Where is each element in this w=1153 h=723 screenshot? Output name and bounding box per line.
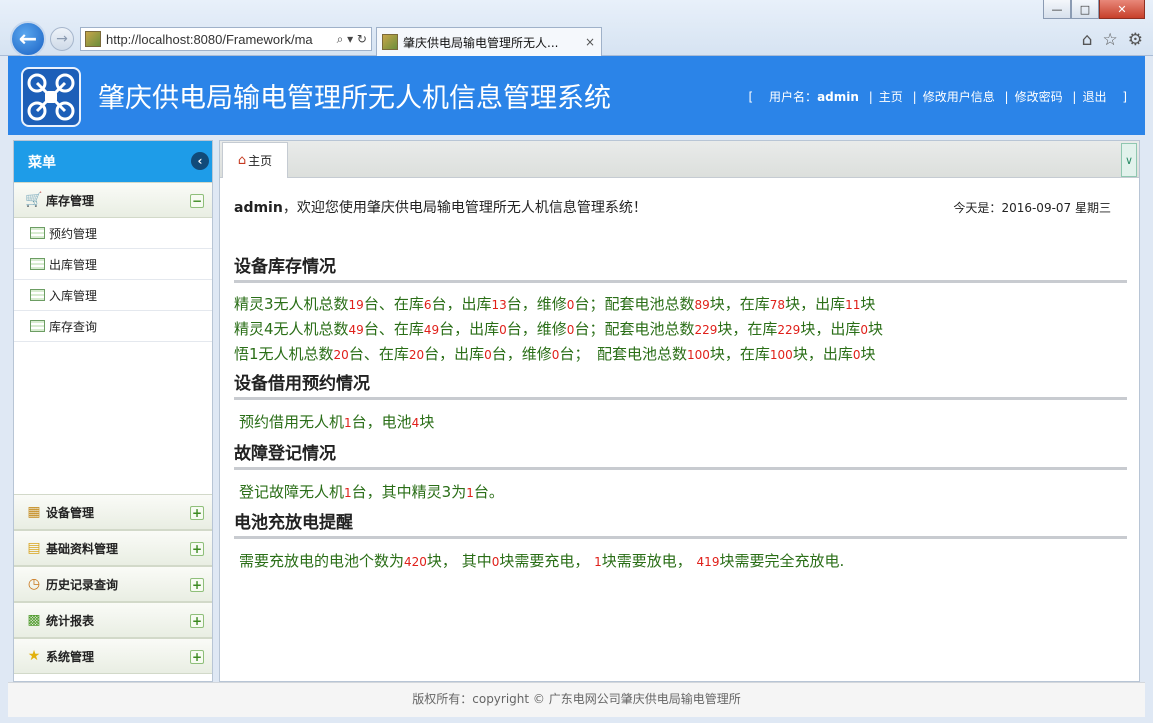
menu-group-label: 设备管理 (46, 505, 95, 520)
tab-title: 肇庆供电局输电管理所无人... (403, 35, 559, 50)
menu-group-label: 系统管理 (46, 649, 95, 664)
list-icon (30, 320, 45, 332)
inventory-row: 精灵3无人机总数19台、在库6台，出库13台，维修0台；配套电池总数89块，在库… (234, 295, 876, 313)
star-icon: ★ (27, 648, 41, 664)
tab-dropdown-button[interactable]: ∨ (1121, 143, 1137, 177)
list-icon (30, 289, 45, 301)
tab-home-label: 主页 (248, 154, 273, 168)
app-title: 肇庆供电局输电管理所无人机信息管理系统 (98, 83, 611, 114)
username: admin (817, 90, 859, 104)
back-button[interactable]: ← (10, 21, 46, 57)
today-label: 今天是： (953, 201, 1002, 215)
menu-group-label: 库存管理 (46, 193, 95, 208)
sidebar-item-stock-query[interactable]: 库存查询 (14, 311, 212, 342)
tab-favicon-icon (382, 34, 398, 50)
battery-summary: 需要充放电的电池个数为420块， 其中0块需要充电， 1块需要放电， 419块需… (239, 552, 845, 570)
address-bar-icons[interactable]: ⌕ ▾ ↻ (337, 32, 371, 47)
footer-copyright: 版权所有：copyright © 广东电网公司肇庆供电局输电管理所 (8, 682, 1145, 717)
menu-group-label: 历史记录查询 (46, 577, 119, 592)
url-text[interactable]: http://localhost:8080/Framework/ma (106, 32, 337, 47)
list-icon (30, 227, 45, 239)
minimize-button[interactable]: — (1043, 0, 1071, 19)
browser-chrome: — □ ✕ ← → http://localhost:8080/Framewor… (0, 0, 1153, 57)
welcome-text: ，欢迎您使用肇庆供电局输电管理所无人机信息管理系统！ (282, 200, 647, 216)
sidebar-item-booking[interactable]: 预约管理 (14, 218, 212, 249)
bar-chart-icon: ▩ (27, 612, 41, 628)
package-icon: ▦ (27, 504, 41, 520)
tab-home[interactable]: ⌂ 主页 (222, 142, 288, 178)
menu-group-label: 统计报表 (46, 613, 95, 628)
history-icon: ◷ (27, 576, 41, 592)
expand-group-button[interactable]: + (190, 578, 204, 592)
username-label: 用户名： (769, 90, 818, 104)
home-icon[interactable]: ⌂ (1082, 30, 1093, 50)
today-value: 2016-09-07 星期三 (1001, 201, 1111, 215)
star-icon[interactable]: ☆ (1103, 30, 1118, 50)
gear-icon[interactable]: ⚙ (1128, 30, 1143, 50)
bracket-close: ] (1122, 90, 1127, 104)
sidebar-item-label: 预约管理 (49, 226, 98, 241)
forward-button[interactable]: → (50, 27, 74, 51)
welcome-user: admin (234, 200, 283, 216)
menu-group-system[interactable]: ★ 系统管理 + (14, 638, 212, 674)
menu-group-inventory[interactable]: 🛒 库存管理 − (14, 182, 212, 218)
menu-group-basic-data[interactable]: ▤ 基础资料管理 + (14, 530, 212, 566)
submenu-spacer (14, 342, 212, 494)
maximize-button[interactable]: □ (1071, 0, 1099, 19)
expand-group-button[interactable]: + (190, 506, 204, 520)
close-window-button[interactable]: ✕ (1099, 0, 1145, 19)
sidebar-item-label: 出库管理 (49, 257, 98, 272)
collapse-menu-button[interactable]: ‹ (191, 152, 209, 170)
today-date: 今天是：2016-09-07 星期三 (953, 199, 1111, 216)
app-header: 肇庆供电局输电管理所无人机信息管理系统 [ 用户名：admin | 主页 | 修改用… (8, 56, 1145, 135)
site-favicon-icon (85, 31, 101, 47)
home-link[interactable]: 主页 (879, 90, 903, 104)
section-title-inventory: 设备库存情况 (234, 252, 1127, 283)
inventory-row: 精灵4无人机总数49台、在库49台，出库0台，维修0台；配套电池总数229块，在… (234, 320, 883, 338)
welcome-message: admin，欢迎您使用肇庆供电局输电管理所无人机信息管理系统！ (234, 197, 647, 217)
sidebar-item-label: 库存查询 (49, 319, 98, 334)
menu-header: 菜单 ‹ (14, 141, 212, 182)
user-bar: [ 用户名：admin | 主页 | 修改用户信息 | 修改密码 | 退出 ] (748, 90, 1127, 104)
menu-group-history[interactable]: ◷ 历史记录查询 + (14, 566, 212, 602)
sidebar-item-label: 入库管理 (49, 288, 98, 303)
expand-group-button[interactable]: + (190, 650, 204, 664)
tab-close-button[interactable]: × (579, 35, 601, 49)
bracket-open: [ (748, 90, 754, 104)
folder-icon: ▤ (27, 540, 41, 556)
browser-toolbar-icons: ⌂ ☆ ⚙ (1082, 30, 1143, 50)
section-title-booking: 设备借用预约情况 (234, 369, 1127, 400)
edit-user-link[interactable]: 修改用户信息 (923, 90, 995, 104)
collapse-group-button[interactable]: − (190, 194, 204, 208)
main-panel: ⌂ 主页 ∨ admin，欢迎您使用肇庆供电局输电管理所无人机信息管理系统！ 今… (219, 140, 1140, 682)
menu-group-label: 基础资料管理 (46, 541, 119, 556)
home-icon: ⌂ (237, 153, 247, 168)
logout-link[interactable]: 退出 (1082, 90, 1106, 104)
arrow-left-icon: ← (18, 26, 38, 52)
double-chevron-down-icon: ∨ (1124, 153, 1134, 167)
cart-icon: 🛒 (25, 192, 43, 208)
browser-tab[interactable]: 肇庆供电局输电管理所无人... × (376, 27, 602, 56)
drone-logo-icon (21, 67, 81, 127)
inventory-row: 悟1无人机总数20台、在库20台，出库0台，维修0台； 配套电池总数100块，在… (234, 345, 876, 363)
expand-group-button[interactable]: + (190, 614, 204, 628)
section-title-battery: 电池充放电提醒 (234, 508, 1127, 539)
section-title-fault: 故障登记情况 (234, 439, 1127, 470)
list-icon (30, 258, 45, 270)
menu-group-equipment[interactable]: ▦ 设备管理 + (14, 494, 212, 530)
sidebar-item-outbound[interactable]: 出库管理 (14, 249, 212, 280)
fault-summary: 登记故障无人机1台，其中精灵3为1台。 (239, 483, 504, 501)
address-bar[interactable]: http://localhost:8080/Framework/ma ⌕ ▾ ↻ (80, 27, 372, 51)
booking-summary: 预约借用无人机1台，电池4块 (239, 413, 435, 431)
tab-bar: ⌂ 主页 ∨ (220, 141, 1139, 178)
menu-group-reports[interactable]: ▩ 统计报表 + (14, 602, 212, 638)
sidebar-menu: 菜单 ‹ 🛒 库存管理 − 预约管理 出库管理 入库管理 库存查询 ▦ 设备管理… (13, 140, 213, 682)
window-controls: — □ ✕ (1043, 0, 1145, 19)
expand-group-button[interactable]: + (190, 542, 204, 556)
arrow-right-icon: → (56, 31, 68, 47)
chevron-left-icon: ‹ (197, 154, 203, 168)
menu-title: 菜单 (28, 154, 56, 171)
change-password-link[interactable]: 修改密码 (1015, 90, 1063, 104)
sidebar-item-inbound[interactable]: 入库管理 (14, 280, 212, 311)
